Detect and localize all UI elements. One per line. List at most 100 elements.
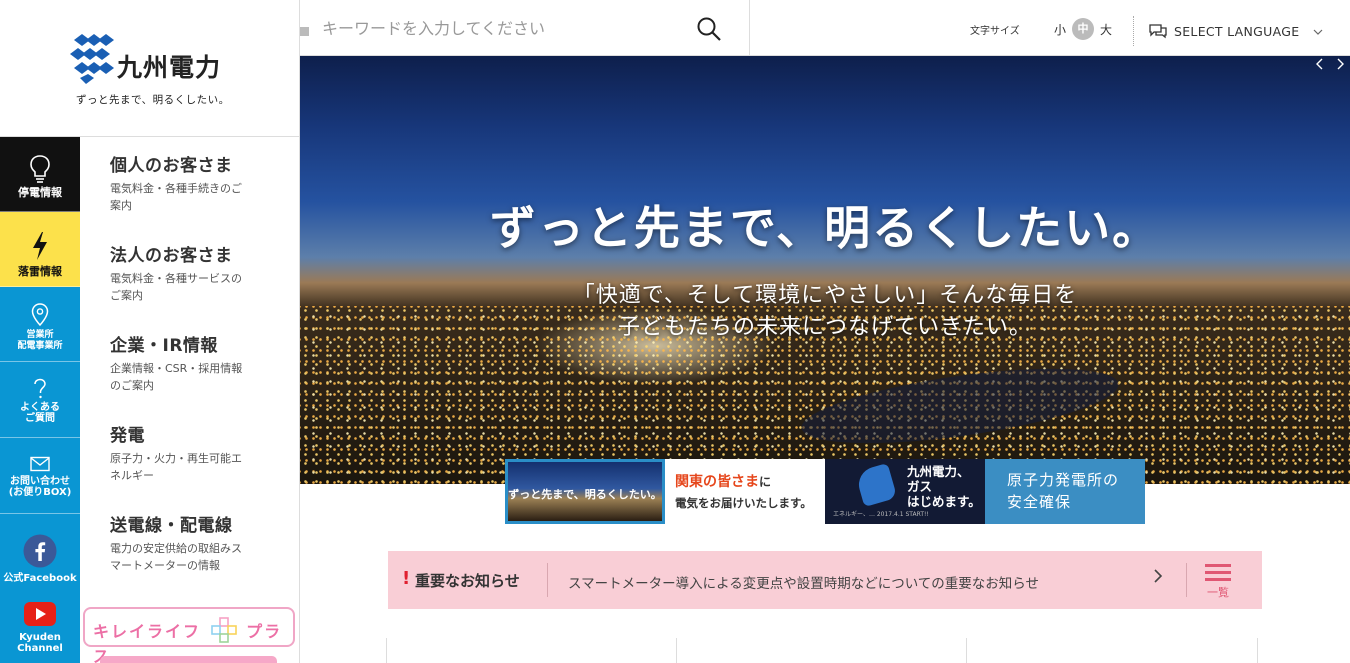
kirei-life-text: キレイライフ (93, 622, 202, 641)
page: 九州電力 ずっと先まで、明るくしたい。 停電情報 落雷情報 営業所 配電事業所 (0, 0, 1350, 663)
menu-item-business-desc: 電気料金・各種サービスのご案内 (110, 272, 242, 302)
mail-icon (30, 456, 50, 472)
search-icon[interactable] (696, 16, 722, 42)
utility-bar: 文字サイズ 小 中 大 SELECT LANGUAGE (750, 0, 1350, 56)
quick-link-faq[interactable]: よくある ご質問 (0, 362, 80, 438)
quick-link-contact[interactable]: お問い合わせ (お便りBOX) (0, 438, 80, 514)
slide-thumb-gas-line-3: はじめます。 (907, 494, 981, 509)
hero-slider[interactable]: ずっと先まで、明るくしたい。 「快適で、そして環境にやさしい」そんな毎日を 子ど… (300, 56, 1350, 484)
brand-tagline: ずっと先まで、明るくしたい。 (76, 94, 230, 106)
quick-link-youtube[interactable]: Kyuden Channel (0, 592, 80, 663)
menu-item-transmission-title: 送電線・配電線 (110, 516, 233, 536)
quick-access-bar: 停電情報 落雷情報 営業所 配電事業所 よくある ご質問 お問い合わせ (お便り… (0, 137, 80, 663)
quick-link-contact-label-1: お問い合わせ (10, 476, 70, 487)
menu-item-transmission-desc: 電力の安定供給の取組みスマートメーターの情報 (110, 542, 242, 572)
font-size-medium-button[interactable]: 中 (1072, 18, 1094, 40)
slide-thumb-brand-text: ずっと先まで、明るくしたい。 (508, 488, 662, 501)
search-bar (300, 0, 750, 56)
menu-item-personal[interactable]: 個人のお客さま 電気料金・各種手続きのご案内 (110, 151, 290, 214)
youtube-icon (24, 602, 56, 626)
slide-thumb-kanto-text: 電気をお届けいたします。 (675, 496, 812, 510)
section-divider (1257, 638, 1258, 663)
quick-link-office-label-2: 配電事業所 (17, 341, 63, 351)
hero-subtitle-line-1: 「快適で、そして環境にやさしい」そんな毎日を (572, 283, 1078, 308)
section-divider (966, 638, 967, 663)
lightbulb-icon (30, 155, 50, 183)
lightning-icon (33, 232, 47, 260)
quick-link-outage[interactable]: 停電情報 (0, 137, 80, 212)
font-size-small-button[interactable]: 小 (1054, 21, 1066, 38)
notice-divider (1186, 563, 1187, 597)
menu-icon-bar (1205, 564, 1231, 567)
pink-banner-edge[interactable] (100, 656, 277, 663)
notice-list-label: 一覧 (1207, 586, 1229, 599)
notice-list-button[interactable]: 一覧 (1200, 561, 1236, 603)
search-marker (300, 27, 309, 36)
kirei-life-plus-banner[interactable]: キレイライフ プラス (83, 607, 295, 663)
main-menu: 個人のお客さま 電気料金・各種手続きのご案内 法人のお客さま 電気料金・各種サー… (80, 137, 300, 663)
quick-link-faq-label-2: ご質問 (25, 413, 55, 424)
important-notice-bar: ! 重要なお知らせ スマートメーター導入による変更点や設置時期などについての重要… (388, 551, 1262, 609)
quick-link-outage-label: 停電情報 (18, 186, 62, 199)
kirei-plus-icon (210, 617, 237, 643)
gas-mascot-figure (854, 463, 898, 507)
kyuden-logo-icon (70, 34, 114, 84)
menu-item-generation[interactable]: 発電 原子力・火力・再生可能エネルギー (110, 421, 290, 484)
exclamation-icon: ! (402, 568, 411, 589)
font-size-label: 文字サイズ (970, 26, 1020, 37)
slide-thumb-nuclear-line-1: 原子力発電所の (1007, 471, 1120, 489)
logo-area[interactable]: 九州電力 ずっと先まで、明るくしたい。 (0, 0, 300, 137)
menu-item-personal-title: 個人のお客さま (110, 156, 233, 176)
menu-item-personal-desc: 電気料金・各種手続きのご案内 (110, 182, 242, 212)
slide-thumb-nuclear[interactable]: 原子力発電所の 安全確保 (985, 459, 1145, 524)
menu-item-generation-desc: 原子力・火力・再生可能エネルギー (110, 452, 242, 482)
slide-thumb-kanto-highlight: 関東の皆さま (675, 474, 759, 490)
slide-thumb-gas-caption: エネルギー、… 2017.4.1 START!! (833, 511, 929, 518)
chevron-left-icon (1316, 58, 1323, 70)
quick-link-facebook[interactable]: 公式Facebook (0, 514, 80, 592)
quick-link-facebook-label: 公式Facebook (3, 573, 77, 584)
quick-link-office[interactable]: 営業所 配電事業所 (0, 287, 80, 362)
hero-prev-button[interactable] (1312, 58, 1328, 74)
chevron-right-icon (1337, 58, 1344, 70)
quick-link-youtube-label-2: Channel (17, 643, 63, 654)
slide-thumb-kanto-suffix: に (759, 475, 772, 489)
quick-link-lightning-label: 落雷情報 (18, 265, 62, 278)
slide-thumb-kanto[interactable]: 関東の皆さまに 電気をお届けいたします。 (665, 459, 825, 524)
hero-subtitle-line-2: 子どもたちの未来につなげていきたい。 (617, 315, 1032, 340)
slide-thumb-gas-line-1: 九州電力、 (907, 464, 970, 479)
search-input[interactable] (322, 12, 692, 44)
menu-item-corporate-title: 企業・IR情報 (110, 336, 218, 356)
section-divider (386, 638, 387, 663)
chevron-down-icon (1313, 29, 1323, 35)
menu-item-corporate-desc: 企業情報・CSR・採用情報のご案内 (110, 362, 243, 392)
notice-divider (547, 563, 548, 597)
quick-link-faq-label-1: よくある (20, 402, 60, 413)
menu-item-corporate[interactable]: 企業・IR情報 企業情報・CSR・採用情報のご案内 (110, 331, 290, 394)
chevron-right-icon (1154, 569, 1163, 583)
brand-name: 九州電力 (117, 53, 222, 82)
slide-thumb-gas-line-2: ガス (907, 479, 933, 494)
menu-item-transmission[interactable]: 送電線・配電線 電力の安定供給の取組みスマートメーターの情報 (110, 511, 290, 574)
menu-icon-bar (1205, 571, 1231, 574)
slide-thumb-gas[interactable]: 九州電力、 ガス はじめます。 エネルギー、… 2017.4.1 START!! (825, 459, 985, 524)
location-pin-icon (31, 303, 49, 327)
section-divider (676, 638, 677, 663)
slide-thumb-brand[interactable]: ずっと先まで、明るくしたい。 (505, 459, 665, 524)
important-notice-label: 重要なお知らせ (415, 572, 520, 590)
menu-item-business[interactable]: 法人のお客さま 電気料金・各種サービスのご案内 (110, 241, 290, 304)
quick-link-youtube-label-1: Kyuden (19, 632, 61, 643)
question-icon (34, 378, 46, 399)
menu-icon-bar (1205, 578, 1231, 581)
hero-next-button[interactable] (1332, 58, 1348, 74)
slide-thumb-nuclear-line-2: 安全確保 (1007, 493, 1072, 511)
quick-link-lightning[interactable]: 落雷情報 (0, 212, 80, 287)
quick-link-office-label-1: 営業所 (26, 330, 54, 340)
important-notice-link[interactable]: スマートメーター導入による変更点や設置時期などについての重要なお知らせ (568, 572, 1039, 592)
font-size-large-button[interactable]: 大 (1100, 21, 1112, 38)
chat-bubble-icon (1149, 24, 1167, 39)
utility-divider (1133, 16, 1134, 46)
hero-title: ずっと先まで、明るくしたい。 (489, 201, 1161, 255)
notice-arrow[interactable] (1153, 568, 1163, 589)
select-language-label: SELECT LANGUAGE (1174, 24, 1300, 39)
